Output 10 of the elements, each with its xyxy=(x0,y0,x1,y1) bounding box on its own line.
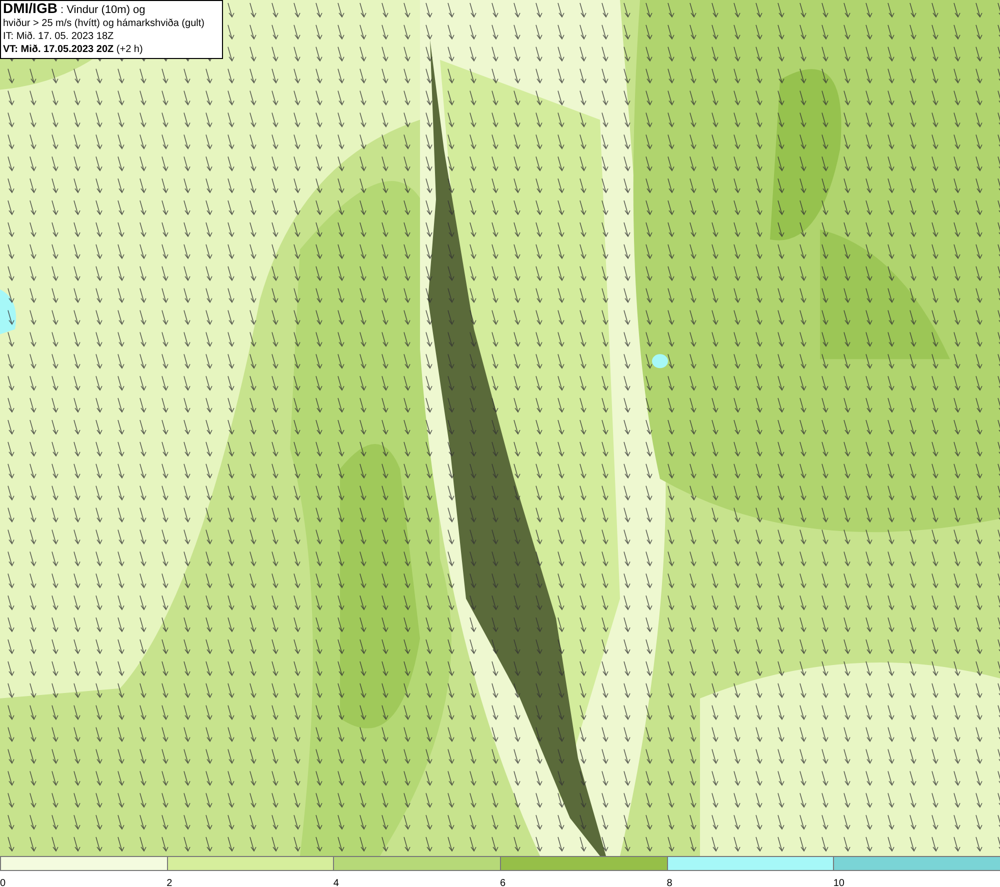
legend-text: hviður > 25 m/s (hvítt) og hámarkshviða (gult) xyxy=(3,17,206,30)
colorbar-tick-label: 8 xyxy=(666,878,672,887)
colorbar-tick-label: 4 xyxy=(333,878,339,887)
legend-text: DMI/IGB : Vindur (10m) og xyxy=(3,2,146,17)
legend-text: VT: Mið. 17.05.2023 20Z (+2 h) xyxy=(3,43,144,56)
colorbar-tick-label: 0 xyxy=(0,878,6,887)
colorbar-tick-label: 2 xyxy=(166,878,172,887)
legend-text: IT: Mið. 17. 05. 2023 18Z xyxy=(3,30,115,43)
colorbar-tick-label: 6 xyxy=(500,878,506,887)
colorbar-tick-label: 10 xyxy=(833,878,844,887)
